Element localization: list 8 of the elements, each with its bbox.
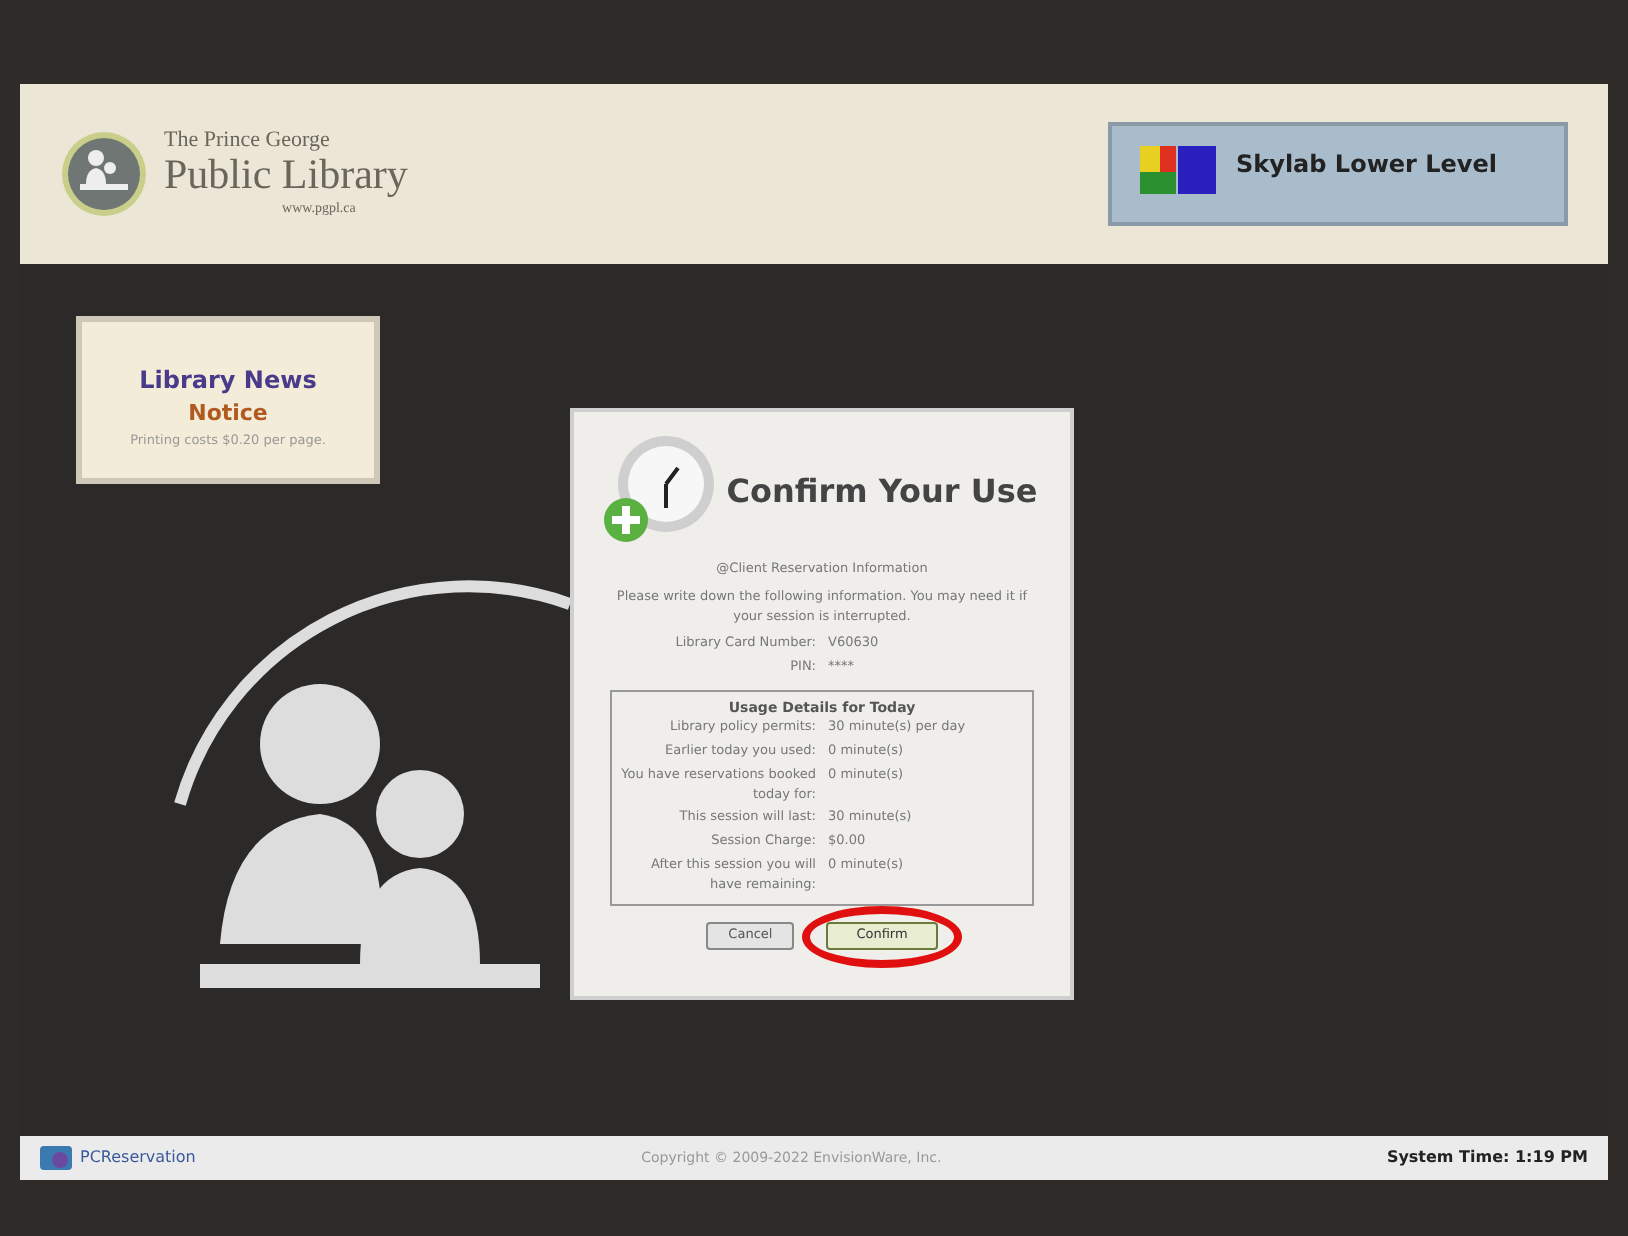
- library-name-line: The Prince George: [164, 128, 332, 153]
- system-time: System Time: 1:19 PM: [1386, 1146, 1588, 1170]
- library-name: Public Library: [164, 152, 408, 199]
- location-name: Skylab Lower Level: [1236, 148, 1497, 182]
- news-subtitle: Notice: [186, 398, 270, 430]
- news-title: Library News: [137, 364, 319, 398]
- dialog-title: Confirm Your Use: [724, 470, 1040, 515]
- brand-name: PCReservation: [80, 1146, 196, 1170]
